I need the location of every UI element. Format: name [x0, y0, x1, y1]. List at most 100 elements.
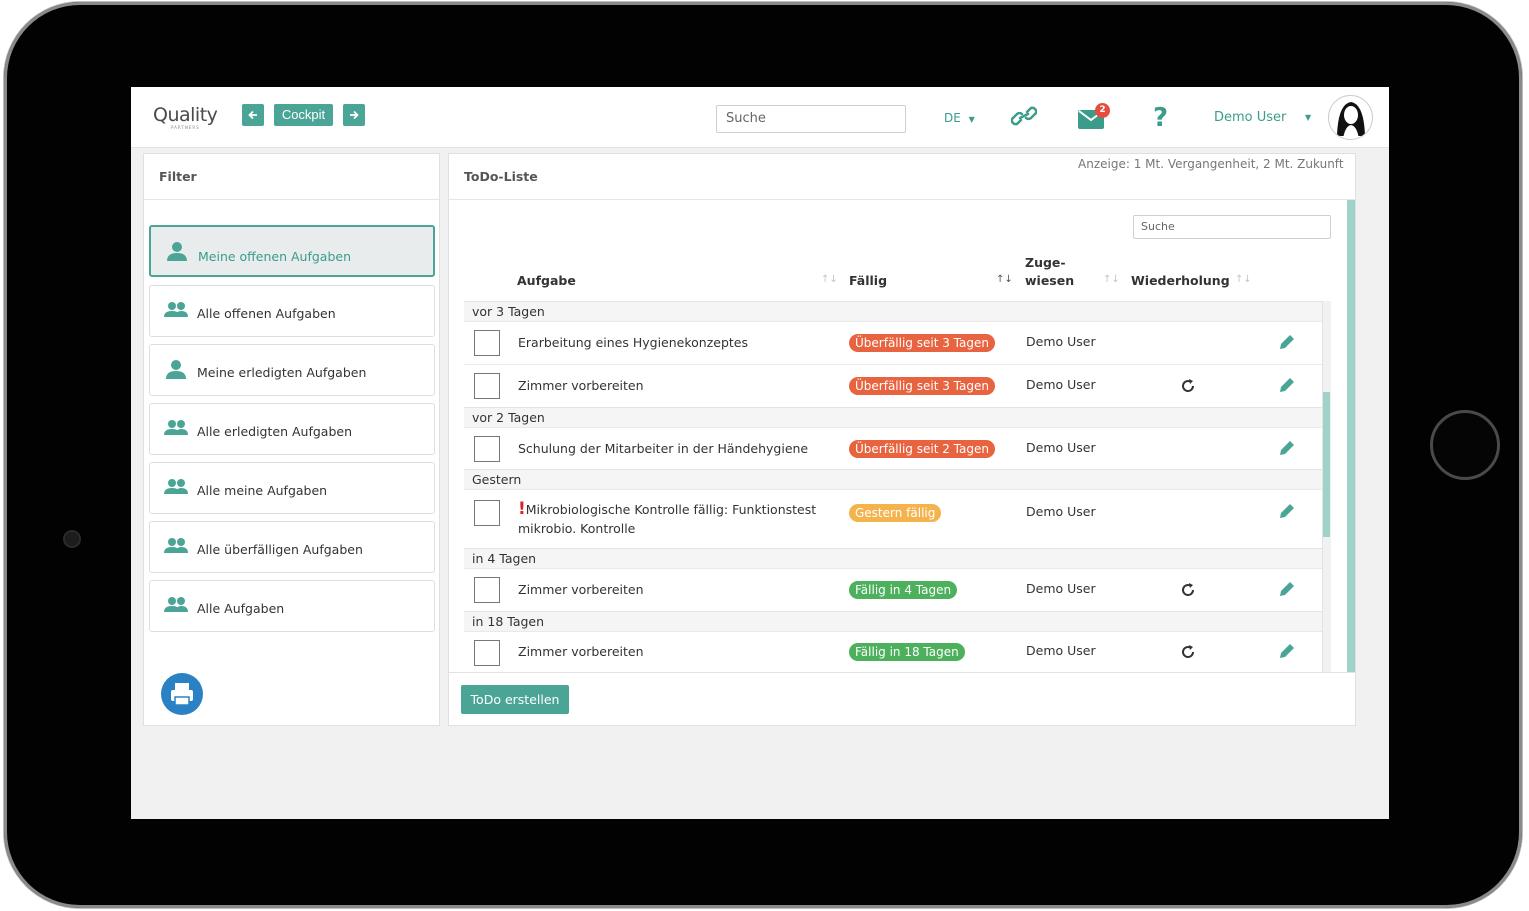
cockpit-button[interactable]: Cockpit — [274, 104, 333, 126]
filter-label: Alle erledigten Aufgaben — [197, 424, 352, 439]
column-header-task[interactable]: Aufgabe — [517, 273, 576, 288]
due-badge: Gestern fällig — [849, 504, 942, 522]
filter-my-done-tasks[interactable]: Meine erledigten Aufgaben — [149, 344, 435, 396]
table-bottom-divider — [449, 672, 1355, 673]
chevron-down-icon[interactable]: ▼ — [1305, 113, 1311, 122]
table-row: !Mikrobiologische Kontrolle fällig: Funk… — [464, 489, 1322, 548]
table-search-input[interactable]: Suche — [1133, 215, 1331, 239]
column-header-due[interactable]: Fällig — [849, 273, 887, 288]
task-title[interactable]: Erarbeitung eines Hygienekonzeptes — [518, 333, 748, 352]
pencil-icon[interactable] — [1277, 641, 1297, 661]
logo[interactable]: Quality PARTNERS — [153, 104, 218, 130]
table-row: Zimmer vorbereiten Überfällig seit 3 Tag… — [464, 364, 1322, 407]
task-checkbox[interactable] — [474, 577, 500, 603]
logo-text: Quality — [153, 104, 218, 126]
assignee: Demo User — [1026, 440, 1096, 455]
group-header: vor 3 Tagen — [464, 301, 1322, 321]
single-user-icon — [166, 360, 186, 379]
back-button[interactable] — [242, 104, 264, 126]
task-title[interactable]: Schulung der Mitarbeiter in der Händehyg… — [518, 439, 808, 458]
task-checkbox[interactable] — [474, 436, 500, 462]
arrow-right-icon — [350, 110, 359, 120]
table-scrollbar-thumb[interactable] — [1323, 392, 1330, 537]
avatar-icon — [1337, 102, 1365, 139]
task-checkbox[interactable] — [474, 330, 500, 356]
column-header-assigned-line2[interactable]: wiesen — [1025, 273, 1074, 288]
priority-mark: ! — [518, 499, 526, 519]
display-range-note: Anzeige: 1 Mt. Vergangenheit, 2 Mt. Zuku… — [1078, 157, 1344, 171]
arrow-left-icon — [248, 110, 257, 120]
mail-badge: 2 — [1095, 103, 1110, 118]
column-header-assigned-line1[interactable]: Zuge- — [1025, 255, 1066, 270]
due-badge: Überfällig seit 2 Tagen — [849, 440, 995, 458]
logo-subtext: PARTNERS — [171, 125, 200, 130]
link-icon[interactable] — [1011, 105, 1037, 127]
create-todo-button[interactable]: ToDo erstellen — [461, 685, 569, 714]
filter-label: Alle meine Aufgaben — [197, 483, 328, 498]
sort-icon[interactable]: ↑↓ — [821, 274, 838, 285]
assignee: Demo User — [1026, 643, 1096, 658]
pencil-icon[interactable] — [1277, 375, 1297, 395]
filter-label: Meine erledigten Aufgaben — [197, 365, 367, 380]
group-icon — [164, 479, 188, 494]
group-icon — [164, 420, 188, 435]
column-header-repeat[interactable]: Wiederholung — [1131, 273, 1230, 288]
sort-icon[interactable]: ↑↓ — [1103, 274, 1120, 285]
task-title[interactable]: Zimmer vorbereiten — [518, 376, 644, 395]
filter-all-open-tasks[interactable]: Alle offenen Aufgaben — [149, 285, 435, 337]
avatar[interactable] — [1328, 95, 1373, 140]
task-checkbox[interactable] — [474, 640, 500, 666]
filter-label: Alle offenen Aufgaben — [197, 306, 336, 321]
assignee: Demo User — [1026, 504, 1096, 519]
assignee: Demo User — [1026, 377, 1096, 392]
due-badge: Überfällig seit 3 Tagen — [849, 334, 995, 352]
repeat-icon — [1182, 379, 1195, 392]
due-badge: Überfällig seit 3 Tagen — [849, 377, 995, 395]
task-title[interactable]: !Mikrobiologische Kontrolle fällig: Funk… — [518, 500, 828, 538]
language-label: DE — [944, 111, 961, 125]
filter-all-done-tasks[interactable]: Alle erledigten Aufgaben — [149, 403, 435, 455]
sort-asc-icon[interactable]: ↑↓ — [996, 274, 1013, 285]
pencil-icon[interactable] — [1277, 438, 1297, 458]
printer-icon — [171, 683, 193, 706]
help-icon[interactable]: ? — [1153, 103, 1168, 133]
due-badge: Fällig in 18 Tagen — [849, 643, 965, 661]
table-row: Zimmer vorbereiten Fällig in 4 Tagen Dem… — [464, 568, 1322, 611]
pencil-icon[interactable] — [1277, 579, 1297, 599]
filter-all-tasks[interactable]: Alle Aufgaben — [149, 580, 435, 632]
repeat-icon — [1182, 645, 1195, 658]
task-title[interactable]: Zimmer vorbereiten — [518, 642, 644, 661]
task-checkbox[interactable] — [474, 500, 500, 526]
group-icon — [164, 597, 188, 612]
group-header: in 4 Tagen — [464, 548, 1322, 568]
repeat-icon — [1182, 583, 1195, 596]
group-header: Gestern — [464, 469, 1322, 489]
panel-scrollbar[interactable] — [1347, 200, 1355, 672]
print-button[interactable] — [161, 673, 203, 715]
user-menu[interactable]: Demo User — [1214, 110, 1286, 125]
assignee: Demo User — [1026, 581, 1096, 596]
filter-label: Meine offenen Aufgaben — [198, 249, 352, 264]
assignee: Demo User — [1026, 334, 1096, 349]
filter-all-my-tasks[interactable]: Alle meine Aufgaben — [149, 462, 435, 514]
forward-button[interactable] — [343, 104, 365, 126]
group-header: vor 2 Tagen — [464, 407, 1322, 427]
pencil-icon[interactable] — [1277, 332, 1297, 352]
table-row: Erarbeitung eines Hygienekonzeptes Überf… — [464, 321, 1322, 364]
global-search-input[interactable]: Suche — [716, 105, 906, 133]
table-row: Zimmer vorbereiten Fällig in 18 Tagen De… — [464, 631, 1322, 672]
filter-all-overdue-tasks[interactable]: Alle überfälligen Aufgaben — [149, 521, 435, 573]
single-user-icon — [167, 242, 187, 261]
task-title[interactable]: Zimmer vorbereiten — [518, 580, 644, 599]
task-title-line1: Mikrobiologische Kontrolle fällig: Funkt… — [525, 502, 817, 517]
filter-label: Alle Aufgaben — [197, 601, 285, 616]
task-checkbox[interactable] — [474, 373, 500, 399]
filter-label: Alle überfälligen Aufgaben — [197, 542, 363, 557]
group-icon — [164, 302, 188, 317]
filter-panel: Filter Meine offenen Aufgaben Alle offen… — [143, 153, 440, 726]
language-select[interactable]: DE ▼ — [944, 111, 975, 125]
sort-icon[interactable]: ↑↓ — [1235, 274, 1252, 285]
filter-my-open-tasks[interactable]: Meine offenen Aufgaben — [149, 225, 435, 277]
pencil-icon[interactable] — [1277, 501, 1297, 521]
due-badge: Fällig in 4 Tagen — [849, 581, 958, 599]
